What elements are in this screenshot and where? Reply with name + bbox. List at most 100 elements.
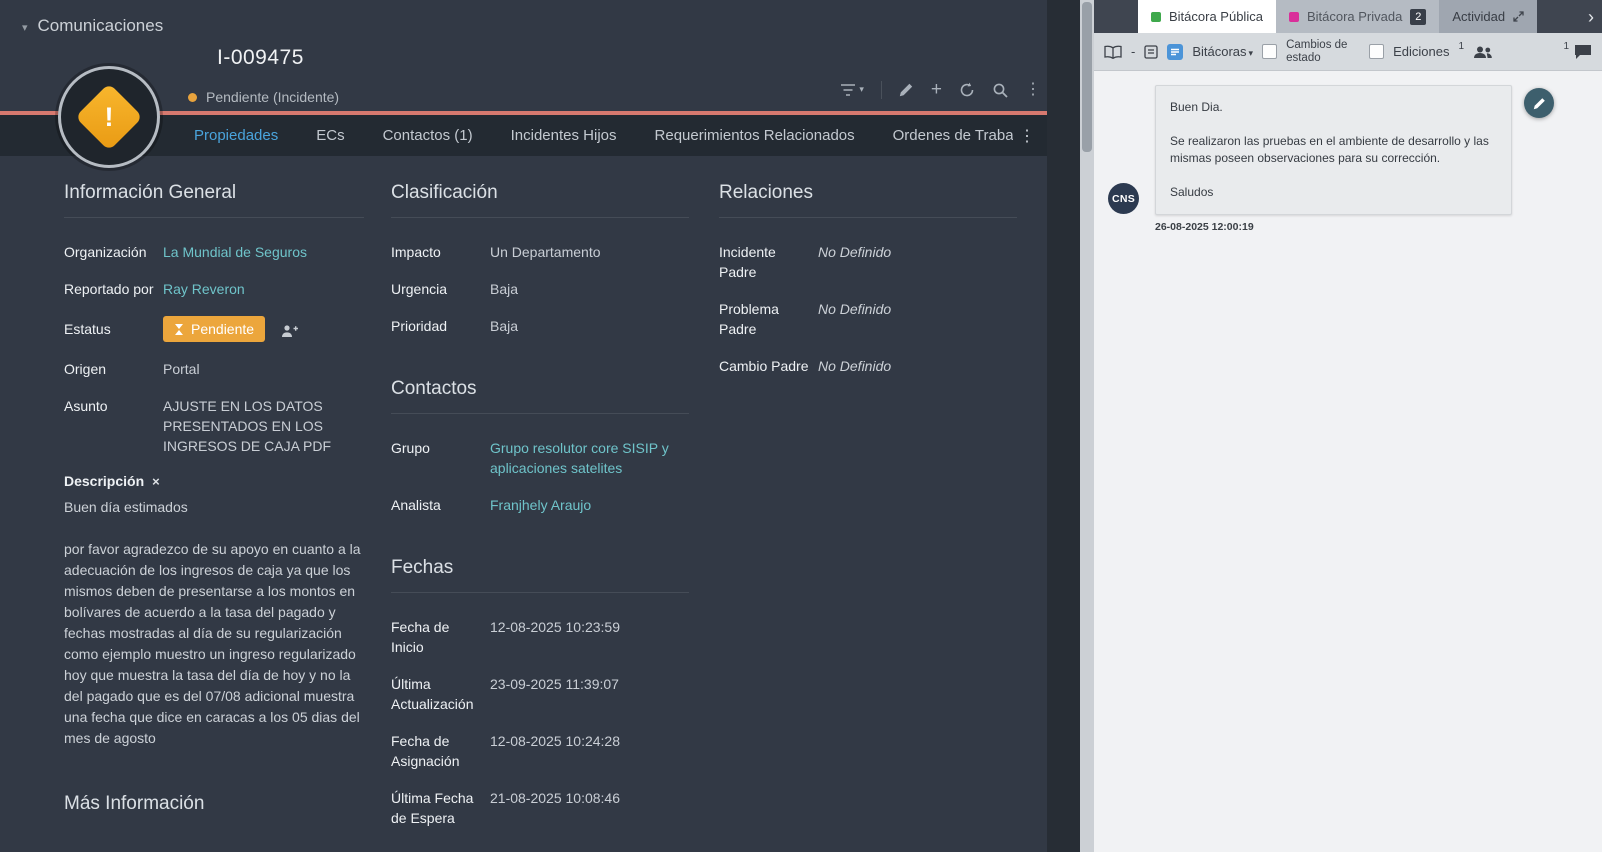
status-pendiente-button[interactable]: Pendiente — [163, 316, 265, 342]
incident-type-warning-icon: ! — [58, 66, 160, 168]
toolbar-divider — [881, 81, 882, 99]
add-icon[interactable]: + — [931, 80, 942, 99]
reportado-link[interactable]: Ray Reveron — [163, 279, 364, 299]
tabs-next-icon[interactable]: › — [1588, 8, 1594, 26]
tab-bitacora-publica[interactable]: Bitácora Pública — [1138, 0, 1276, 33]
field-analista: Analista Franjhely Araujo — [391, 495, 689, 515]
scrollbar-thumb[interactable] — [1082, 2, 1092, 152]
field-fecha-inicio: Fecha de Inicio 12-08-2025 10:23:59 — [391, 617, 689, 657]
refresh-icon[interactable] — [959, 82, 975, 98]
urgencia-value: Baja — [490, 279, 689, 299]
hourglass-icon — [174, 323, 184, 336]
log-timestamp: 26-08-2025 12:00:19 — [1155, 221, 1512, 233]
field-incidente-padre: Incidente Padre No Definido — [719, 242, 1017, 282]
avatar: CNS — [1108, 183, 1139, 214]
field-origen-label: Origen — [64, 359, 163, 379]
cambio-padre-value: No Definido — [818, 356, 1017, 376]
tab-bitacora-privada-label: Bitácora Privada — [1307, 9, 1402, 24]
people-icon[interactable] — [1473, 45, 1493, 59]
chat-bubble-icon[interactable] — [1574, 44, 1592, 60]
tab-bitacora-privada[interactable]: Bitácora Privada 2 — [1276, 0, 1439, 33]
field-asunto-label: Asunto — [64, 396, 163, 456]
field-urgencia-label: Urgencia — [391, 279, 490, 299]
field-problema-padre: Problema Padre No Definido — [719, 299, 1017, 339]
tabs-overflow-icon[interactable]: ⋮ — [1013, 115, 1041, 156]
section-title-mas-informacion: Más Información — [64, 793, 364, 815]
ediciones-count: 1 — [1458, 41, 1464, 52]
tab-actividad[interactable]: Actividad — [1439, 0, 1537, 33]
status-text: Pendiente (Incidente) — [206, 89, 339, 105]
bitacora-panel: Bitácora Pública Bitácora Privada 2 Acti… — [1094, 0, 1602, 852]
comments-count: 1 — [1563, 41, 1569, 52]
field-descripcion-label: Descripción × — [64, 473, 364, 489]
analista-link[interactable]: Franjhely Araujo — [490, 495, 689, 515]
section-title-informacion-general: Información General — [64, 182, 364, 218]
public-log-icon — [1151, 12, 1161, 22]
more-options-icon[interactable]: ⋮ — [1025, 82, 1041, 98]
asunto-value: AJUSTE EN LOS DATOS PRESENTADOS EN LOS I… — [163, 396, 364, 456]
filter-caret-icon: ▾ — [859, 84, 864, 95]
section-title-fechas: Fechas — [391, 557, 689, 593]
field-ultima-fecha-espera: Última Fecha de Espera 21-08-2025 10:08:… — [391, 788, 689, 828]
bitacora-content: CNS Buen Dia. Se realizaron las pruebas … — [1094, 71, 1602, 852]
vertical-scrollbar[interactable] — [1080, 0, 1094, 852]
tab-incidentes-hijos[interactable]: Incidentes Hijos — [492, 115, 636, 156]
cambios-estado-checkbox[interactable] — [1262, 44, 1277, 59]
field-reportado-por: Reportado por Ray Reveron — [64, 279, 364, 299]
field-grupo-label: Grupo — [391, 438, 490, 478]
log-message-card: Buen Dia. Se realizaron las pruebas en e… — [1155, 85, 1512, 215]
toolbar-right-group: 1 — [1563, 44, 1592, 60]
field-impacto-label: Impacto — [391, 242, 490, 262]
tab-bitacora-publica-label: Bitácora Pública — [1169, 9, 1263, 24]
descripcion-greeting: Buen día estimados — [64, 499, 364, 515]
tab-contactos[interactable]: Contactos (1) — [364, 115, 492, 156]
collapse-caret-icon[interactable]: ▾ — [22, 21, 28, 34]
bitacoras-dropdown-label: Bitácoras — [1192, 44, 1246, 59]
new-note-button[interactable] — [1524, 88, 1554, 118]
bitacoras-dropdown[interactable]: Bitácoras▾ — [1192, 44, 1253, 59]
field-prioridad-label: Prioridad — [391, 316, 490, 336]
dash-separator: - — [1131, 44, 1135, 59]
organizacion-link[interactable]: La Mundial de Seguros — [163, 242, 364, 262]
field-grupo: Grupo Grupo resolutor core SISIP y aplic… — [391, 438, 689, 478]
tab-requerimientos-relacionados[interactable]: Requerimientos Relacionados — [636, 115, 874, 156]
tab-actividad-label: Actividad — [1452, 9, 1505, 24]
field-ultima-fecha-espera-label: Última Fecha de Espera — [391, 788, 490, 828]
field-ultima-actualizacion: Última Actualización 23-09-2025 11:39:07 — [391, 674, 689, 714]
incident-status-line: Pendiente (Incidente) — [188, 89, 339, 105]
column-info-general: Información General Organización La Mund… — [64, 182, 364, 815]
log-type-icon[interactable] — [1167, 44, 1183, 60]
section-title-clasificacion: Clasificación — [391, 182, 689, 218]
problema-padre-value: No Definido — [818, 299, 1017, 339]
section-title-relaciones: Relaciones — [719, 182, 1017, 218]
pencil-icon — [1533, 97, 1546, 110]
incidente-padre-value: No Definido — [818, 242, 1017, 282]
incident-id: I-009475 — [217, 46, 304, 70]
edit-icon[interactable] — [899, 82, 914, 97]
field-prioridad: Prioridad Baja — [391, 316, 689, 336]
estatus-value-wrap: Pendiente — [163, 316, 364, 342]
tab-propiedades[interactable]: Propiedades — [175, 115, 297, 156]
incident-detail-panel: ▾ Comunicaciones ! I-009475 Pendiente (I… — [0, 0, 1080, 852]
tab-ecs[interactable]: ECs — [297, 115, 363, 156]
app-root: ▾ Comunicaciones ! I-009475 Pendiente (I… — [0, 0, 1602, 852]
status-dot — [188, 93, 197, 102]
field-origen: Origen Portal — [64, 359, 364, 379]
breadcrumb[interactable]: ▾ Comunicaciones — [22, 16, 163, 36]
field-ultima-actualizacion-label: Última Actualización — [391, 674, 490, 714]
search-icon[interactable] — [992, 82, 1008, 98]
book-icon[interactable] — [1104, 45, 1122, 59]
field-estatus-label: Estatus — [64, 319, 163, 339]
collapse-description-icon[interactable]: × — [152, 475, 160, 488]
grupo-link[interactable]: Grupo resolutor core SISIP y aplicacione… — [490, 438, 689, 478]
filter-icon[interactable]: ▾ — [840, 83, 864, 97]
column-clasificacion: Clasificación Impacto Un Departamento Ur… — [391, 182, 689, 845]
tab-ordenes-de-trabajo[interactable]: Ordenes de Traba — [874, 115, 1033, 156]
assign-user-icon[interactable] — [281, 324, 299, 339]
descripcion-body: por favor agradezco de su apoyo en cuant… — [64, 539, 364, 749]
prioridad-value: Baja — [490, 316, 689, 336]
list-icon[interactable] — [1144, 45, 1158, 59]
field-fecha-asignacion-label: Fecha de Asignación — [391, 731, 490, 771]
field-reportado-label: Reportado por — [64, 279, 163, 299]
ediciones-checkbox[interactable] — [1369, 44, 1384, 59]
